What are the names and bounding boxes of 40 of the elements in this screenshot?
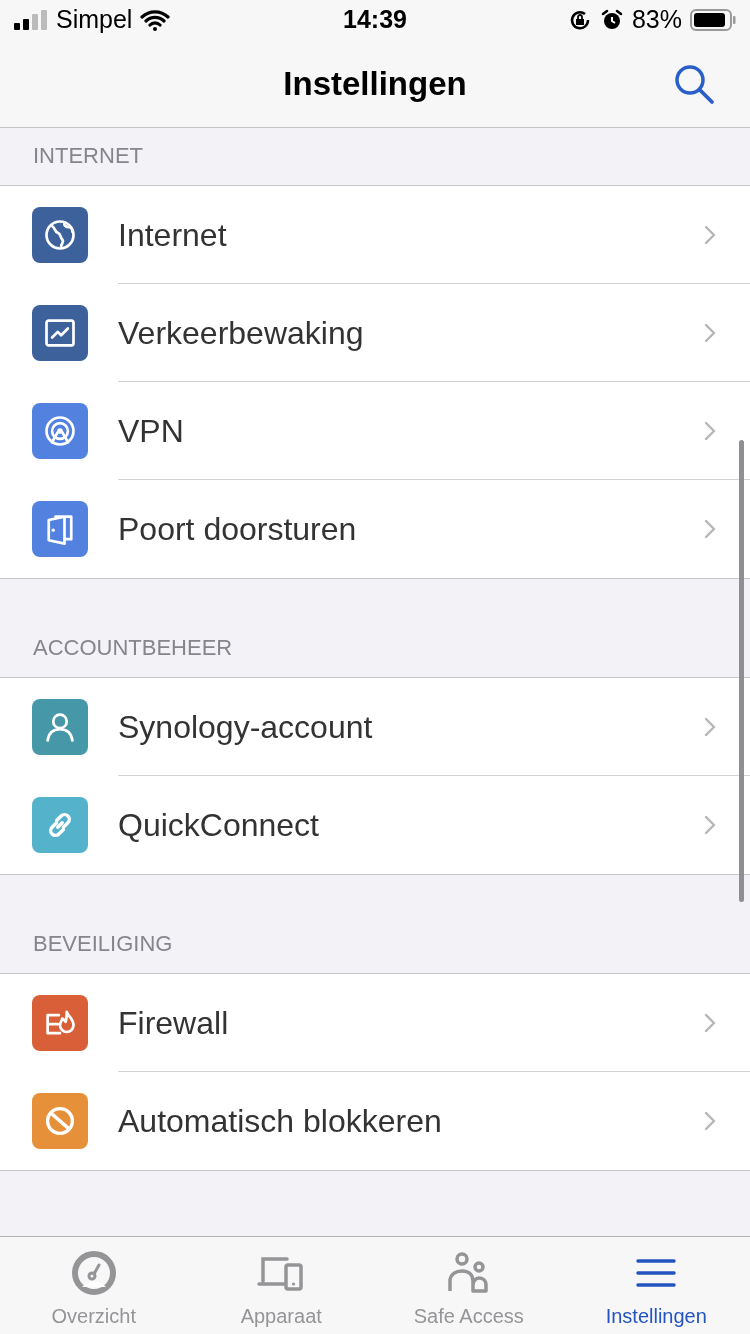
battery-percentage: 83% — [631, 4, 682, 36]
search-icon — [672, 62, 716, 106]
battery-icon — [690, 9, 736, 31]
settings-row[interactable]: VPN — [0, 382, 750, 480]
section-header: ACCOUNTBEHEER — [33, 634, 233, 662]
settings-row[interactable]: Automatisch blokkeren — [0, 1072, 750, 1170]
carrier-name: Simpel — [56, 4, 133, 36]
row-label: Poort doorsturen — [118, 510, 358, 549]
section-header: INTERNET — [33, 142, 143, 170]
chevron-right-icon — [704, 1111, 716, 1131]
chevron-right-icon — [704, 815, 716, 835]
signal-icon — [14, 10, 48, 30]
chevron-right-icon — [704, 420, 716, 441]
alarm-icon — [599, 8, 624, 32]
row-label: Synology-account — [118, 707, 374, 747]
chevron-right-icon — [704, 519, 716, 539]
section-header: BEVEILIGING — [33, 930, 173, 958]
settings-row[interactable]: Poort doorsturen — [0, 480, 750, 578]
search-button[interactable] — [672, 62, 716, 106]
chevron-right-icon — [704, 224, 716, 245]
signal-icon — [42, 413, 78, 449]
row-label: Verkeerbewaking — [118, 313, 365, 353]
row-label: QuickConnect — [118, 806, 320, 845]
chevron-right-icon — [704, 716, 716, 737]
settings-row[interactable]: Verkeerbewaking — [0, 284, 750, 382]
gauge-icon — [69, 1249, 118, 1297]
settings-row[interactable]: Firewall — [0, 974, 750, 1072]
row-label: Internet — [118, 215, 228, 255]
page-title: Instellingen — [283, 63, 467, 104]
row-label: Firewall — [118, 1003, 230, 1043]
settings-row[interactable]: Internet — [0, 186, 750, 284]
globe-icon — [42, 217, 78, 253]
wifi-icon — [140, 9, 171, 31]
row-label: VPN — [118, 411, 185, 451]
clock-time: 14:39 — [343, 4, 407, 36]
chevron-right-icon — [704, 1012, 716, 1033]
chevron-right-icon — [704, 322, 716, 343]
row-label: Automatisch blokkeren — [118, 1102, 443, 1141]
tab-bar-item[interactable]: Instellingen — [562, 1237, 750, 1334]
settings-row[interactable]: QuickConnect — [0, 776, 750, 874]
